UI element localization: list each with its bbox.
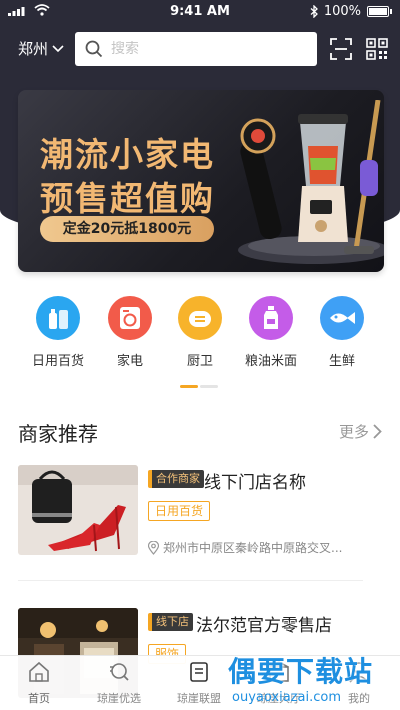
grain-oil-icon [249,296,293,340]
store-address-text: 郑州市中原区秦岭路中原路交叉... [163,541,343,555]
banner-headline-2: 预售超值购 [40,179,215,218]
home-icon [29,661,49,682]
store-name: 线下门店名称 [204,473,306,493]
watermark-url: ouyaoxiazai.com [232,690,341,705]
category-appliance[interactable]: 家电 [95,296,165,369]
more-label: 更多 [338,423,369,441]
kitchen-icon [178,296,222,340]
banner-headline-1: 潮流小家电 [40,135,215,174]
store-name: 法尔范官方零售店 [196,616,332,636]
site-watermark: 偶要下载站 ouyaoxiazai.com [228,648,400,710]
watermark-title: 偶要下载站 [228,655,374,688]
daily-goods-icon [36,296,80,340]
search-star-icon [110,663,129,681]
category-label: 厨卫 [186,354,213,369]
category-label: 粮油米面 [244,354,297,369]
battery-tip [390,9,392,14]
category-kitchen[interactable]: 厨卫 [165,296,235,369]
search-bar[interactable] [75,32,317,66]
qr-code-icon[interactable] [366,38,388,60]
search-input[interactable] [111,41,291,57]
status-bar: 9:41 AM 100% [0,0,400,24]
section-title: 商家推荐 [18,422,98,446]
alliance-icon [190,662,208,682]
store-card[interactable]: 合作商家 线下门店名称 日用百货 郑州市中原区秦岭路中原路交叉... [18,465,363,583]
category-label: 生鲜 [328,354,355,369]
page-dot [200,385,218,388]
category-daily-goods[interactable]: 日用百货 [23,296,93,369]
page-dot-active [180,385,198,388]
more-link[interactable]: 更多 [339,421,382,442]
category-nav: 日用百货 家电 厨卫 粮油米面 生鲜 [0,296,400,376]
store-address: 郑州市中原区秦岭路中原路交叉... [148,539,342,556]
category-label: 家电 [116,354,143,369]
banner-promo-pill: 定金20元抵1800元 [40,216,214,242]
tab-alliance[interactable]: 琼崖联盟 [169,661,229,706]
tab-label: 琼崖联盟 [177,692,221,705]
category-page-indicator [180,385,218,388]
category-fresh[interactable]: 生鲜 [307,296,377,369]
category-label: 日用百货 [31,354,84,369]
store-badge: 线下店 [148,613,193,631]
location-selector[interactable]: 郑州 [18,38,64,59]
tab-featured[interactable]: 琼崖优选 [89,661,149,706]
list-divider [18,580,363,581]
battery-percent: 100% [323,4,361,19]
tab-label: 首页 [28,692,50,705]
chevron-down-icon [52,44,64,52]
promo-banner[interactable]: 潮流小家电 预售超值购 定金20元抵1800元 [18,90,384,272]
location-label: 郑州 [18,40,49,58]
scan-icon[interactable] [330,38,352,60]
tab-home[interactable]: 首页 [9,661,69,706]
fresh-fish-icon [320,296,364,340]
bluetooth-icon [310,5,318,18]
battery-icon [367,6,389,17]
chevron-right-icon [373,424,382,439]
appliance-product-image [238,100,384,264]
category-grain-oil[interactable]: 粮油米面 [236,296,306,369]
store-badge: 合作商家 [148,470,204,488]
search-icon [85,40,103,58]
status-right: 100% [310,4,392,19]
location-pin-icon [148,540,159,555]
tab-label: 琼崖优选 [97,692,141,705]
store-image [18,465,138,555]
appliance-icon [108,296,152,340]
store-category-tag: 日用百货 [148,501,211,521]
